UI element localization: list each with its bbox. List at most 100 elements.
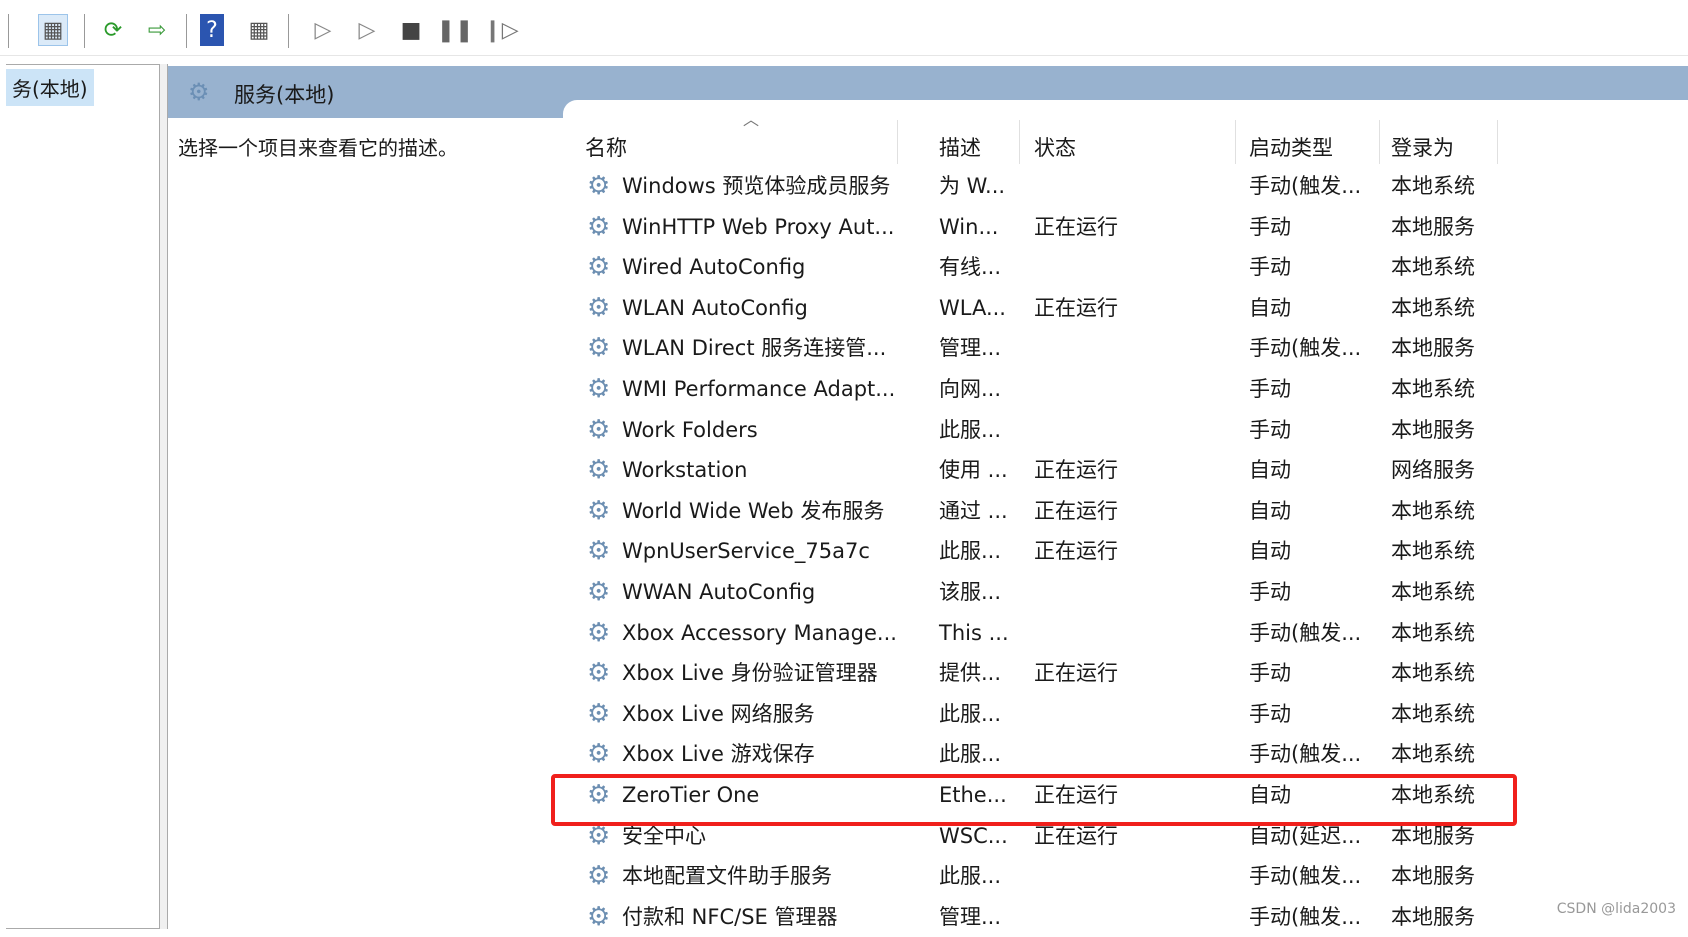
- service-gear-icon: ⚙: [587, 414, 611, 445]
- service-log-on-as: 本地系统: [1391, 174, 1475, 198]
- service-name: 本地配置文件助手服务: [622, 864, 832, 889]
- service-startup-type: 手动: [1249, 377, 1291, 401]
- service-description: This ...: [939, 620, 1009, 645]
- service-log-on-as: 本地系统: [1391, 377, 1475, 401]
- service-log-on-as: 本地服务: [1391, 336, 1475, 361]
- service-startup-type: 手动(触发...: [1249, 904, 1362, 929]
- column-header-log-on-as[interactable]: 登录为: [1391, 128, 1454, 168]
- service-startup-type: 自动: [1249, 458, 1291, 483]
- service-row[interactable]: ⚙ Wired AutoConfig 有线... 手动 本地系统: [563, 247, 1688, 287]
- service-startup-type: 手动(触发...: [1249, 620, 1362, 645]
- service-name: Xbox Live 游戏保存: [622, 742, 815, 767]
- service-log-on-as: 本地系统: [1391, 701, 1475, 726]
- service-name: Xbox Live 网络服务: [622, 701, 815, 726]
- service-row[interactable]: ⚙ Workstation 使用 ... 正在运行 自动 网络服务: [563, 450, 1688, 490]
- service-name: WpnUserService_75a7c: [622, 539, 870, 564]
- tree-item-services-local[interactable]: 务(本地): [6, 69, 94, 106]
- service-name: Wired AutoConfig: [622, 255, 806, 280]
- service-description: 管理...: [939, 336, 1002, 361]
- service-description: WLA...: [939, 295, 1006, 320]
- column-header-name[interactable]: 名称: [585, 128, 627, 168]
- service-name: WLAN Direct 服务连接管...: [622, 336, 887, 361]
- service-description: Win...: [939, 214, 999, 239]
- service-description: 此服...: [939, 742, 1002, 767]
- service-row[interactable]: ⚙ WpnUserService_75a7c 此服... 正在运行 自动 本地系统: [563, 531, 1688, 571]
- export-list-icon[interactable]: ⇨: [142, 14, 172, 46]
- start-alt-icon[interactable]: ▷: [352, 14, 382, 46]
- column-divider[interactable]: [1235, 120, 1236, 164]
- column-divider[interactable]: [1379, 120, 1380, 164]
- service-row[interactable]: ⚙ 付款和 NFC/SE 管理器 管理... 手动(触发... 本地服务: [563, 897, 1688, 937]
- show-hide-action-pane-icon[interactable]: ▦: [244, 14, 274, 46]
- refresh-icon[interactable]: ⟳: [98, 14, 128, 46]
- service-row[interactable]: ⚙ WMI Performance Adapt... 向网... 手动 本地系统: [563, 369, 1688, 409]
- service-row[interactable]: ⚙ Xbox Accessory Manage... This ... 手动(触发..…: [563, 613, 1688, 653]
- service-startup-type: 手动: [1249, 255, 1291, 280]
- service-description: 该服...: [939, 580, 1002, 604]
- column-header-startup-type[interactable]: 启动类型: [1249, 128, 1333, 168]
- service-gear-icon: ⚙: [587, 739, 611, 770]
- service-row[interactable]: ⚙ Xbox Live 网络服务 此服... 手动 本地系统: [563, 694, 1688, 734]
- service-gear-icon: ⚙: [587, 374, 611, 404]
- description-text: 选择一个项目来查看它的描述。: [178, 136, 458, 160]
- service-row[interactable]: ⚙ Windows 预览体验成员服务 为 W... 手动(触发... 本地系统: [563, 166, 1688, 206]
- service-row[interactable]: ⚙ WLAN AutoConfig WLA... 正在运行 自动 本地系统: [563, 288, 1688, 328]
- service-startup-type: 手动(触发...: [1249, 174, 1362, 198]
- service-gear-icon: ⚙: [587, 617, 611, 648]
- column-divider[interactable]: [897, 120, 898, 164]
- service-description: 通过 ...: [939, 498, 1008, 523]
- service-description: 提供...: [939, 661, 1002, 686]
- service-description: 向网...: [939, 377, 1002, 401]
- service-name: WinHTTP Web Proxy Aut...: [622, 214, 895, 239]
- service-log-on-as: 本地系统: [1391, 742, 1475, 767]
- stop-icon[interactable]: ■: [396, 14, 426, 46]
- service-description: 此服...: [939, 417, 1002, 442]
- service-gear-icon: ⚙: [587, 455, 611, 486]
- help-icon[interactable]: ?: [200, 14, 224, 46]
- service-name: Windows 预览体验成员服务: [622, 174, 891, 198]
- service-row[interactable]: ⚙ WLAN Direct 服务连接管... 管理... 手动(触发... 本地服务: [563, 328, 1688, 368]
- highlight-box: [551, 774, 1517, 826]
- column-divider[interactable]: [1019, 120, 1020, 164]
- service-gear-icon: ⚙: [587, 577, 611, 607]
- service-row[interactable]: ⚙ Xbox Live 身份验证管理器 提供... 正在运行 手动 本地系统: [563, 653, 1688, 693]
- toolbar-separator: [8, 14, 9, 48]
- service-description: 此服...: [939, 539, 1002, 564]
- pane-splitter[interactable]: [160, 64, 168, 929]
- service-log-on-as: 本地系统: [1391, 255, 1475, 280]
- service-startup-type: 手动: [1249, 580, 1291, 604]
- column-divider[interactable]: [1497, 120, 1498, 164]
- sort-ascending-icon: ︿: [743, 110, 760, 129]
- service-gear-icon: ⚙: [587, 171, 611, 201]
- service-startup-type: 手动(触发...: [1249, 336, 1362, 361]
- service-name: Workstation: [622, 458, 748, 483]
- service-row[interactable]: ⚙ 本地配置文件助手服务 此服... 手动(触发... 本地服务: [563, 856, 1688, 896]
- pause-icon[interactable]: ❚❚: [437, 14, 474, 46]
- service-name: World Wide Web 发布服务: [622, 498, 885, 523]
- start-icon[interactable]: ▷: [308, 14, 338, 46]
- toolbar-separator: [186, 14, 187, 48]
- service-row[interactable]: ⚙ WinHTTP Web Proxy Aut... Win... 正在运行 手动 本地服…: [563, 207, 1688, 247]
- service-row[interactable]: ⚙ Xbox Live 游戏保存 此服... 手动(触发... 本地系统: [563, 734, 1688, 774]
- console-tree: 务(本地): [6, 64, 160, 929]
- resume-icon[interactable]: ❙▷: [483, 14, 518, 46]
- show-hide-console-tree-button[interactable]: ▦: [38, 14, 68, 46]
- service-row[interactable]: ⚙ World Wide Web 发布服务 通过 ... 正在运行 自动 本地系统: [563, 491, 1688, 531]
- service-name: Xbox Accessory Manage...: [622, 620, 897, 645]
- service-log-on-as: 本地系统: [1391, 620, 1475, 645]
- service-row[interactable]: ⚙ Work Folders 此服... 手动 本地服务: [563, 410, 1688, 450]
- service-startup-type: 手动: [1249, 701, 1291, 726]
- service-gear-icon: ⚙: [587, 658, 611, 689]
- service-name: Work Folders: [622, 417, 758, 442]
- service-log-on-as: 本地服务: [1391, 864, 1475, 889]
- service-row[interactable]: ⚙ WWAN AutoConfig 该服... 手动 本地系统: [563, 572, 1688, 612]
- service-startup-type: 自动: [1249, 498, 1291, 523]
- toolbar: ▦ ⟳ ⇨ ? ▦ ▷ ▷ ■ ❚❚ ❙▷: [0, 0, 1688, 56]
- service-gear-icon: ⚙: [587, 901, 611, 932]
- service-name: Xbox Live 身份验证管理器: [622, 661, 878, 686]
- column-header-description[interactable]: 描述: [939, 128, 981, 168]
- column-header-status[interactable]: 状态: [1034, 128, 1076, 168]
- service-gear-icon: ⚙: [587, 536, 611, 567]
- service-name: WWAN AutoConfig: [622, 580, 816, 604]
- service-log-on-as: 本地服务: [1391, 417, 1475, 442]
